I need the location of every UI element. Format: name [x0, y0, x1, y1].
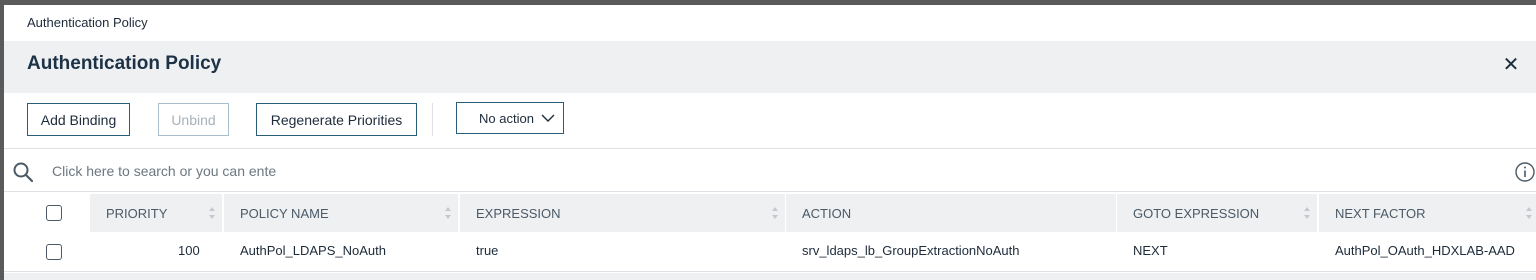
column-header-expression[interactable]: EXPRESSION: [460, 194, 785, 232]
cell-action: srv_ldaps_lb_GroupExtractionNoAuth: [802, 243, 1020, 258]
page-title: Authentication Policy: [27, 53, 222, 74]
select-all-checkbox[interactable]: [46, 205, 62, 221]
column-header-priority[interactable]: PRIORITY: [90, 194, 222, 232]
breadcrumb[interactable]: Authentication Policy: [27, 15, 148, 30]
info-icon[interactable]: [1514, 161, 1536, 183]
search-icon[interactable]: [12, 161, 34, 183]
column-header-goto-expression[interactable]: GOTO EXPRESSION: [1117, 194, 1317, 232]
regenerate-priorities-button[interactable]: Regenerate Priorities: [256, 103, 417, 136]
column-header-label: PRIORITY: [106, 205, 168, 221]
unbind-button[interactable]: Unbind: [158, 103, 229, 136]
column-header-action[interactable]: ACTION: [786, 194, 1116, 232]
sort-icon: [445, 207, 451, 219]
column-header-policy-name[interactable]: POLICY NAME: [224, 194, 458, 232]
window: Authentication Policy Authentication Pol…: [4, 5, 1536, 280]
cell-next-factor: AuthPol_OAuth_HDXLAB-AAD: [1335, 243, 1515, 258]
column-header-label: ACTION: [802, 205, 852, 221]
sort-icon: [1526, 207, 1532, 219]
cell-goto-expression: NEXT: [1133, 243, 1168, 258]
search-bar: [4, 150, 1536, 192]
add-binding-button[interactable]: Add Binding: [27, 103, 130, 136]
breadcrumb-bar: Authentication Policy: [4, 5, 1536, 41]
action-select[interactable]: No action: [456, 102, 564, 134]
table-row[interactable]: 100 AuthPol_LDAPS_NoAuth true srv_ldaps_…: [4, 232, 1536, 272]
action-select-value: No action: [479, 111, 534, 126]
column-header-next-factor[interactable]: NEXT FACTOR: [1319, 194, 1536, 232]
search-input[interactable]: [52, 159, 284, 183]
dialog-header: Authentication Policy ✕: [4, 41, 1536, 93]
close-icon[interactable]: ✕: [1501, 55, 1521, 75]
row-checkbox[interactable]: [46, 244, 62, 260]
column-header-label: POLICY NAME: [240, 205, 329, 221]
chevron-down-icon: [541, 114, 555, 122]
column-header-label: GOTO EXPRESSION: [1133, 205, 1260, 221]
header-select-cell: [8, 194, 90, 232]
cell-priority: 100: [178, 243, 200, 258]
sort-icon: [772, 207, 778, 219]
toolbar-divider: [432, 103, 433, 136]
cell-expression: true: [476, 243, 499, 258]
table-header: PRIORITY POLICY NAME EXPRESSION ACTION G…: [4, 194, 1536, 232]
sort-icon: [1304, 207, 1310, 219]
column-header-label: NEXT FACTOR: [1335, 205, 1426, 221]
table-footer: [4, 273, 1536, 280]
column-header-label: EXPRESSION: [476, 205, 561, 221]
sort-icon: [209, 207, 215, 219]
toolbar: Add Binding Unbind Regenerate Priorities…: [4, 93, 1536, 149]
cell-policy-name: AuthPol_LDAPS_NoAuth: [240, 243, 386, 258]
